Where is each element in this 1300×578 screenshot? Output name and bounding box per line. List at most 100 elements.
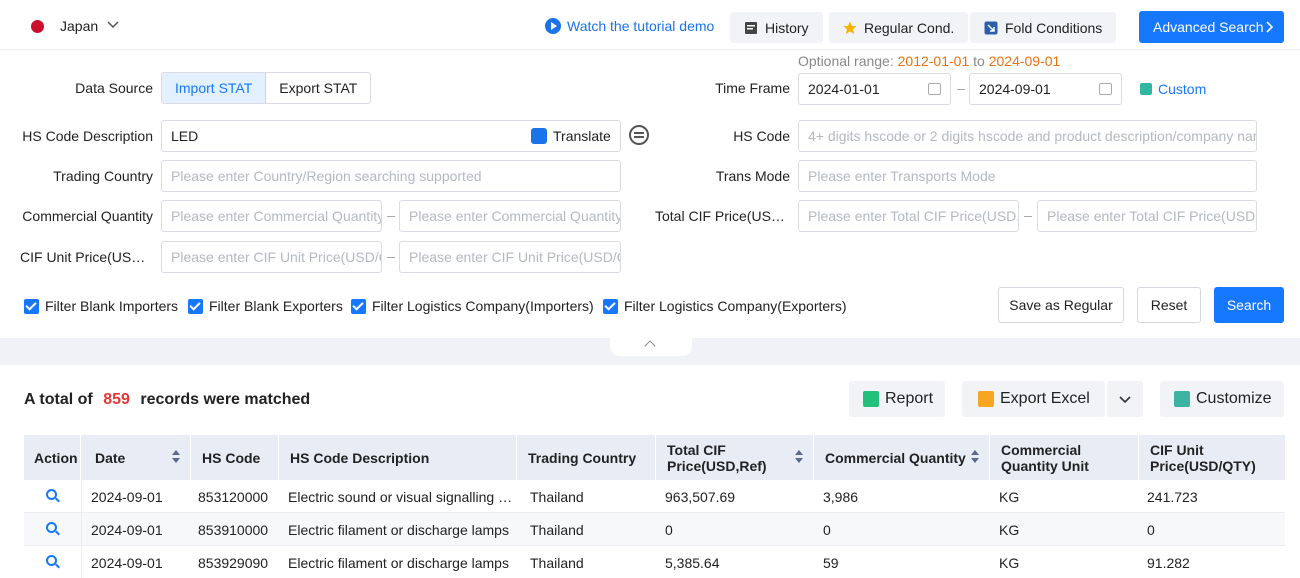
search-icon[interactable] xyxy=(46,555,57,566)
time-from-value: 2024-01-01 xyxy=(808,81,880,97)
translate-button[interactable]: Translate xyxy=(531,121,611,151)
filter-logistics-exporters-checkbox[interactable]: Filter Logistics Company(Exporters) xyxy=(603,298,847,314)
collapse-toggle[interactable] xyxy=(610,338,692,356)
checkbox-checked-icon xyxy=(603,298,618,314)
translate-icon xyxy=(531,128,547,144)
history-label: History xyxy=(765,19,809,36)
advanced-search-label: Advanced Search xyxy=(1153,19,1264,35)
comm-qty-min-placeholder: Please enter Commercial Quantity xyxy=(171,208,382,224)
filter-logistics-importers-checkbox[interactable]: Filter Logistics Company(Importers) xyxy=(351,298,594,314)
col-date[interactable]: Date xyxy=(85,435,191,480)
report-icon xyxy=(863,391,879,407)
cell-comm-qty-unit: KG xyxy=(999,488,1020,505)
cif-unit-max-input[interactable]: Please enter CIF Unit Price(USD/QTY) xyxy=(399,241,621,273)
chevron-down-icon[interactable] xyxy=(106,17,120,31)
fold-conditions-button[interactable]: Fold Conditions xyxy=(970,12,1117,43)
filter-blank-exporters-checkbox[interactable]: Filter Blank Exporters xyxy=(188,298,343,314)
time-to-value: 2024-09-01 xyxy=(979,81,1051,97)
search-icon[interactable] xyxy=(46,489,57,500)
regular-cond-button[interactable]: Regular Cond. xyxy=(829,12,969,43)
checkbox-checked-icon xyxy=(188,298,203,314)
cif-unit-min-placeholder: Please enter CIF Unit Price(USD/QTY) xyxy=(171,249,381,265)
filter-logistics-exporters-label: Filter Logistics Company(Exporters) xyxy=(624,298,847,314)
export-excel-label: Export Excel xyxy=(1000,390,1090,407)
tutorial-link[interactable]: Watch the tutorial demo xyxy=(545,18,714,34)
col-total-cif-label: Total CIF Price(USD,Ref) xyxy=(667,441,767,474)
import-stat-option[interactable]: Import STAT xyxy=(162,73,267,103)
cell-total-cif: 5,385.64 xyxy=(665,554,720,571)
table-row: 2024-09-01 853120000 Electric sound or v… xyxy=(24,480,1285,513)
history-button[interactable]: History xyxy=(730,12,823,43)
cif-unit-label: CIF Unit Price(USD/QTY) xyxy=(20,249,153,265)
cell-comm-qty: 3,986 xyxy=(823,488,859,505)
comm-qty-max-input[interactable]: Please enter Commercial Quantity xyxy=(399,200,621,232)
col-action: Action xyxy=(24,435,81,480)
total-cif-min-placeholder: Please enter Total CIF Price(USD,Ref) xyxy=(808,208,1019,224)
trans-mode-placeholder: Please enter Transports Mode xyxy=(808,168,996,184)
total-cif-max-placeholder: Please enter Total CIF Price(USD,Ref) xyxy=(1047,208,1257,224)
filter-blank-importers-checkbox[interactable]: Filter Blank Importers xyxy=(24,298,178,314)
column-divider xyxy=(81,480,82,578)
save-as-regular-button[interactable]: Save as Regular xyxy=(998,287,1124,323)
trading-country-label: Trading Country xyxy=(53,168,153,184)
filter-blank-importers-label: Filter Blank Importers xyxy=(45,298,179,314)
chevron-right-icon xyxy=(1266,21,1274,33)
col-comm-qty[interactable]: Commercial Quantity xyxy=(815,435,990,480)
table-row: 2024-09-01 853910000 Electric filament o… xyxy=(24,513,1285,546)
customize-button[interactable]: Customize xyxy=(1160,381,1284,417)
col-total-cif[interactable]: Total CIF Price(USD,Ref) xyxy=(657,435,814,480)
custom-range-link[interactable]: Custom xyxy=(1140,81,1206,97)
comm-qty-min-input[interactable]: Please enter Commercial Quantity xyxy=(161,200,382,232)
col-cif-unit: CIF Unit Price(USD/QTY) xyxy=(1150,441,1256,474)
optional-range-to: 2024-09-01 xyxy=(988,53,1061,69)
optional-range-from: 2012-01-01 xyxy=(897,53,970,69)
trading-country-placeholder: Please enter Country/Region searching su… xyxy=(171,168,482,184)
export-dropdown-button[interactable] xyxy=(1107,381,1143,417)
export-stat-option[interactable]: Export STAT xyxy=(266,73,370,103)
export-excel-button[interactable]: Export Excel xyxy=(962,381,1105,417)
reset-button[interactable]: Reset xyxy=(1137,287,1201,323)
search-button[interactable]: Search xyxy=(1214,287,1284,323)
results-prefix: A total of xyxy=(24,391,93,408)
col-date-label: Date xyxy=(95,449,126,466)
filter-logistics-importers-label: Filter Logistics Company(Importers) xyxy=(372,298,594,314)
checkbox-checked-icon xyxy=(351,298,366,314)
trans-mode-input[interactable]: Please enter Transports Mode xyxy=(798,160,1257,192)
hs-code-label: HS Code xyxy=(733,128,790,144)
range-dash xyxy=(1024,216,1032,217)
cif-unit-min-input[interactable]: Please enter CIF Unit Price(USD/QTY) xyxy=(161,241,382,273)
custom-icon xyxy=(1140,83,1152,95)
range-dash xyxy=(387,257,395,258)
cell-total-cif: 963,507.69 xyxy=(665,488,736,505)
trading-country-input[interactable]: Please enter Country/Region searching su… xyxy=(161,160,621,192)
fold-icon xyxy=(984,21,998,34)
cell-hs-desc: Electric sound or visual signalling appa… xyxy=(288,488,514,505)
trans-mode-label: Trans Mode xyxy=(715,168,790,184)
total-cif-max-input[interactable]: Please enter Total CIF Price(USD,Ref) xyxy=(1037,200,1257,232)
search-icon[interactable] xyxy=(46,522,57,533)
equivalent-icon[interactable] xyxy=(629,125,649,145)
total-cif-min-input[interactable]: Please enter Total CIF Price(USD,Ref) xyxy=(798,200,1019,232)
cell-comm-qty-unit: KG xyxy=(999,554,1020,571)
time-from-input[interactable]: 2024-01-01 xyxy=(798,73,951,105)
hs-desc-value: LED xyxy=(171,128,199,144)
filter-blank-exporters-label: Filter Blank Exporters xyxy=(209,298,343,314)
comm-qty-label: Commercial Quantity xyxy=(22,208,153,224)
table-header: Action Date HS Code HS Code Description … xyxy=(24,435,1285,480)
range-dash xyxy=(957,89,965,90)
custom-label: Custom xyxy=(1158,81,1207,97)
cell-hs-desc: Electric filament or discharge lamps xyxy=(288,554,509,571)
country-selector[interactable]: Japan xyxy=(60,18,98,34)
translate-label: Translate xyxy=(553,128,611,144)
cell-hs-code: 853929090 xyxy=(198,554,269,571)
hs-code-input[interactable]: 4+ digits hscode or 2 digits hscode and … xyxy=(798,120,1257,152)
history-icon xyxy=(745,21,757,34)
advanced-search-button[interactable]: Advanced Search xyxy=(1139,11,1284,43)
time-to-input[interactable]: 2024-09-01 xyxy=(969,73,1122,105)
cell-comm-qty: 59 xyxy=(823,554,839,571)
cell-total-cif: 0 xyxy=(665,521,673,538)
time-frame-label: Time Frame xyxy=(715,80,790,96)
table-row: 2024-09-01 853929090 Electric filament o… xyxy=(24,546,1285,578)
excel-icon xyxy=(978,391,994,407)
report-button[interactable]: Report xyxy=(849,381,945,417)
